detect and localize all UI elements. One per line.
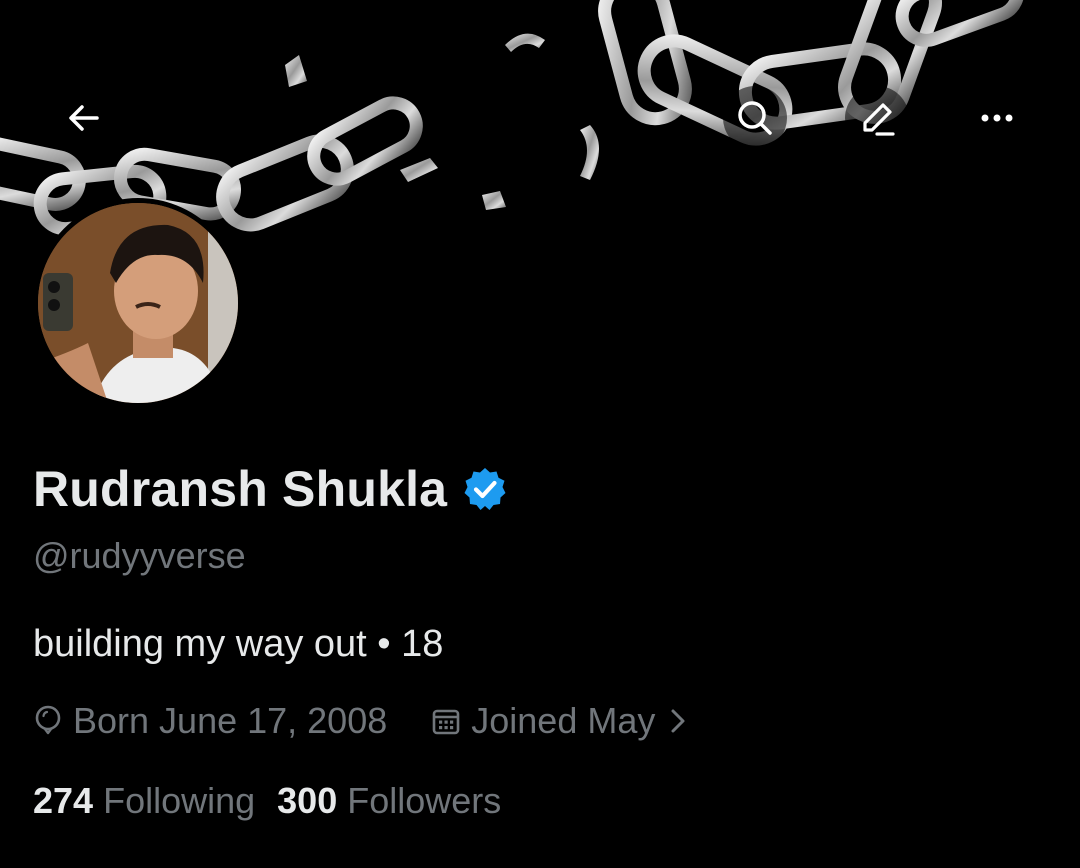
birthday-item: Born June 17, 2008 (33, 700, 387, 742)
follow-stats-row: 274 Following 300 Followers (33, 780, 501, 822)
following-label: Following (103, 780, 256, 821)
joined-item[interactable]: Joined May (431, 700, 699, 742)
chevron-right-icon (671, 709, 685, 733)
more-options-button[interactable] (965, 86, 1029, 150)
followers-link[interactable]: 300 Followers (277, 780, 501, 822)
joined-text: Joined May (471, 700, 656, 741)
edit-profile-button[interactable] (845, 86, 909, 150)
followers-label: Followers (347, 780, 502, 821)
arrow-left-icon (69, 105, 99, 131)
following-count: 274 (33, 780, 94, 821)
back-button[interactable] (52, 86, 116, 150)
verified-badge-icon[interactable] (461, 465, 509, 513)
search-icon (738, 101, 772, 135)
more-horizontal-icon (981, 114, 1013, 122)
profile-screen: Rudransh Shukla @rudyyverse building my … (0, 0, 1080, 868)
calendar-icon (432, 709, 460, 735)
following-link[interactable]: 274 Following (33, 780, 255, 822)
user-handle: @rudyyverse (33, 535, 246, 576)
profile-bio: building my way out • 18 (33, 623, 444, 665)
pencil-icon (863, 103, 895, 136)
profile-avatar[interactable] (33, 198, 243, 408)
display-name: Rudransh Shukla (33, 461, 448, 517)
search-button[interactable] (723, 86, 787, 150)
profile-meta-row: Born June 17, 2008 Joined May (33, 700, 699, 742)
profile-name-row: Rudransh Shukla (33, 460, 509, 518)
birthday-text: Born June 17, 2008 (73, 700, 388, 741)
followers-count: 300 (277, 780, 338, 821)
avatar-photo (38, 203, 238, 403)
balloon-icon (35, 705, 61, 735)
